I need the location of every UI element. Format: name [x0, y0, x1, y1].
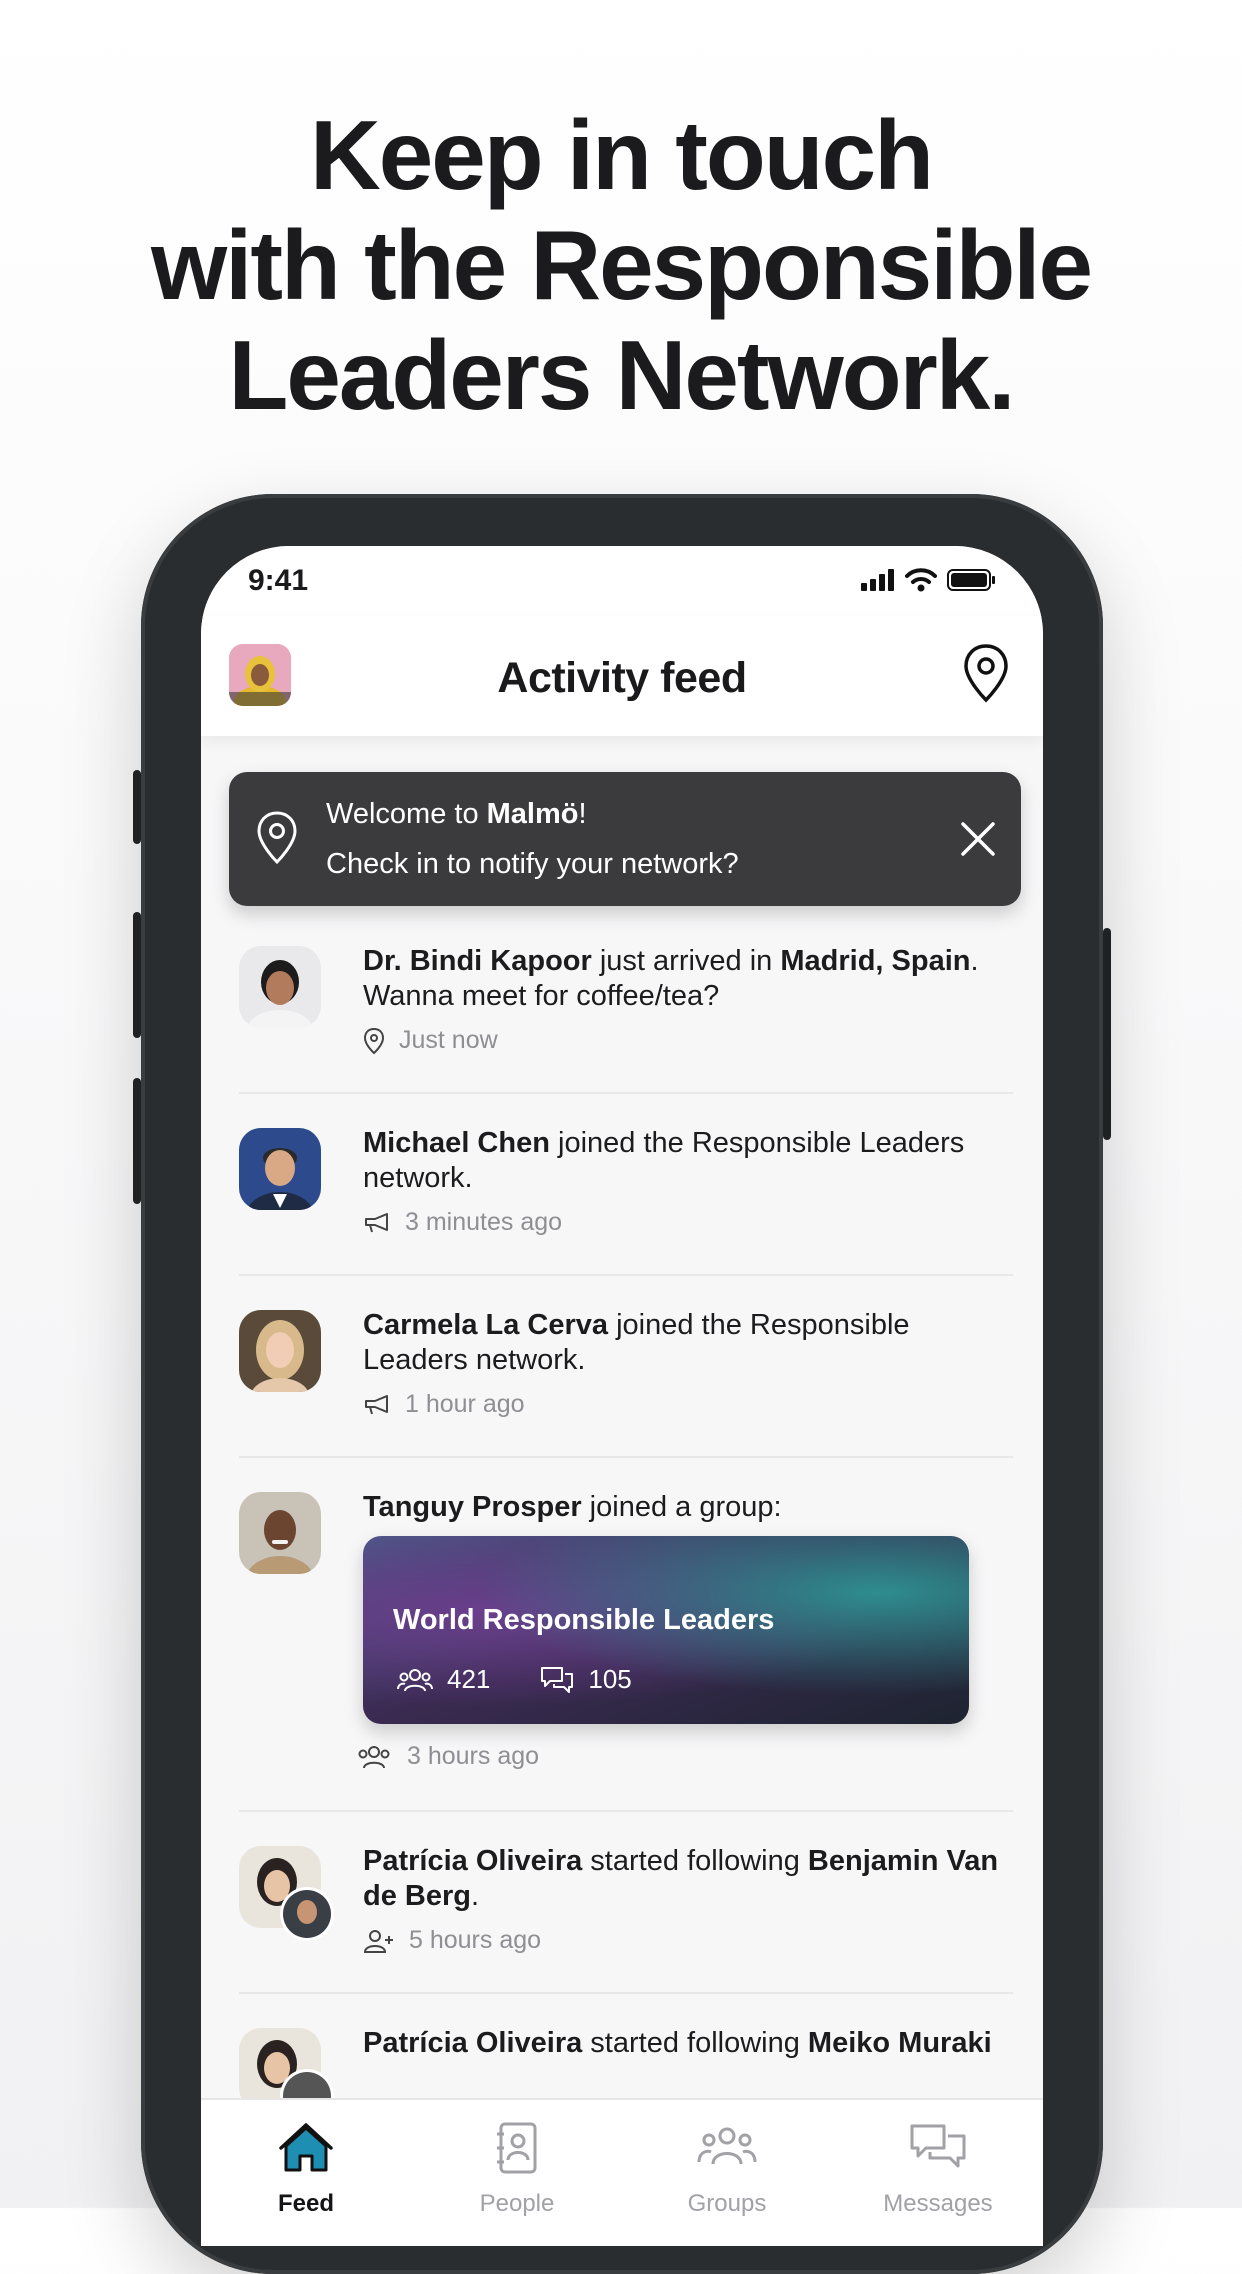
avatar-image: [239, 1128, 321, 1210]
tab-label: Groups: [687, 2190, 767, 2217]
avatar-image: [239, 946, 321, 1028]
feed-item-text: Dr. Bindi Kapoor just arrived in Madrid,…: [363, 944, 1013, 1014]
feed-item-text: Patrícia Oliveira started following Benj…: [363, 1844, 1013, 1914]
timestamp: Just now: [399, 1026, 498, 1054]
feed-item[interactable]: Tanguy Prosper joined a group: World Res…: [239, 1490, 1013, 1812]
post-count: 105: [588, 1664, 632, 1694]
status-time: 9:41: [248, 564, 309, 597]
tab-label: Feed: [277, 2190, 334, 2217]
chat-bubbles-icon: [910, 2124, 966, 2168]
user-avatar[interactable]: [239, 1492, 321, 1574]
location-pin-icon: [363, 1027, 385, 1054]
contacts-icon: [497, 2122, 537, 2174]
feed-item-meta: 3 minutes ago: [363, 1208, 562, 1237]
user-avatar[interactable]: [239, 946, 321, 1028]
activity-text: started following: [582, 1845, 808, 1877]
group-name: World Responsible Leaders: [393, 1604, 775, 1636]
feed-item-meta: 1 hour ago: [363, 1390, 525, 1419]
volume-down-button: [133, 1078, 141, 1204]
megaphone-icon: [365, 1212, 388, 1232]
member-count: 421: [447, 1664, 491, 1694]
tab-feed[interactable]: Feed: [201, 2100, 411, 2246]
power-button: [1103, 928, 1111, 1140]
volume-up-button: [133, 912, 141, 1038]
feed-item[interactable]: Carmela La Cerva joined the Responsible …: [239, 1308, 1013, 1458]
groups-icon: [697, 2127, 757, 2165]
group-card[interactable]: World Responsible Leaders 421 105: [363, 1536, 969, 1724]
activity-text: just arrived in: [591, 945, 781, 977]
avatar-image: [239, 1846, 334, 1941]
phone-screen: 9:41 Activity feed Welcome to Malmö! Che…: [201, 546, 1043, 2246]
followed-user-name[interactable]: Meiko Muraki: [808, 2027, 992, 2059]
avatar-image: [239, 1492, 321, 1574]
user-name[interactable]: Tanguy Prosper: [363, 1491, 582, 1523]
user-name[interactable]: Dr. Bindi Kapoor: [363, 945, 592, 977]
home-icon: [279, 2123, 333, 2172]
feed-item-meta: Just now: [363, 1026, 498, 1055]
activity-text: joined a group:: [581, 1491, 782, 1523]
close-icon[interactable]: [955, 816, 1001, 862]
feed-item-text: Patrícia Oliveira started following Meik…: [363, 2026, 1013, 2061]
welcome-prefix: Welcome to: [326, 798, 487, 830]
timestamp: 5 hours ago: [409, 1926, 542, 1954]
banner-question: Check in to notify your network?: [326, 848, 739, 880]
feed-item[interactable]: Dr. Bindi Kapoor just arrived in Madrid,…: [239, 944, 1013, 1094]
feed-item[interactable]: Michael Chen joined the Responsible Lead…: [239, 1126, 1013, 1276]
check-in-banner[interactable]: Welcome to Malmö! Check in to notify you…: [229, 772, 1021, 906]
battery-icon: [947, 569, 995, 591]
app-bar: Activity feed: [201, 616, 1043, 736]
user-name[interactable]: Patrícia Oliveira: [363, 2027, 582, 2059]
feed-item-text: Michael Chen joined the Responsible Lead…: [363, 1126, 1013, 1196]
follow-icon: [363, 1929, 393, 1953]
timestamp: 1 hour ago: [405, 1390, 525, 1418]
location-pin-icon: [257, 811, 297, 865]
page-title: Activity feed: [497, 654, 747, 702]
tab-bar: Feed People Groups Messages: [201, 2098, 1043, 2246]
headline-line-1: Keep in touch: [310, 100, 934, 210]
user-avatar[interactable]: [239, 1128, 321, 1210]
place-name: Madrid, Spain: [780, 945, 971, 977]
feed-item-text: Tanguy Prosper joined a group:: [363, 1490, 1013, 1525]
feed-item-meta: 5 hours ago: [363, 1926, 541, 1955]
location-pin-icon[interactable]: [961, 642, 1011, 704]
avatar-image: [239, 1310, 321, 1392]
user-name[interactable]: Michael Chen: [363, 1127, 550, 1159]
tab-label: Messages: [883, 2190, 993, 2217]
timestamp: 3 minutes ago: [405, 1208, 563, 1236]
megaphone-icon: [365, 1394, 388, 1414]
feed-item[interactable]: Patrícia Oliveira started following Benj…: [239, 1844, 1013, 1994]
mute-switch: [133, 770, 141, 844]
status-icons: [861, 568, 997, 592]
tab-messages[interactable]: Messages: [833, 2100, 1043, 2246]
welcome-suffix: !: [578, 798, 587, 830]
group-stats: 421 105: [397, 1664, 632, 1695]
headline-line-3: Leaders Network.: [228, 320, 1016, 430]
user-avatar[interactable]: [239, 1310, 321, 1392]
group-icon: [358, 1745, 390, 1768]
wifi-icon: [905, 568, 937, 592]
activity-text: .: [470, 1880, 480, 1912]
timestamp: 3 hours ago: [407, 1742, 540, 1770]
tab-groups[interactable]: Groups: [622, 2100, 832, 2246]
status-bar: 9:41: [201, 546, 1043, 616]
activity-text: started following: [582, 2027, 808, 2059]
feed-item-text: Carmela La Cerva joined the Responsible …: [363, 1308, 1013, 1378]
posts-icon: [541, 1666, 574, 1693]
user-name[interactable]: Carmela La Cerva: [363, 1309, 608, 1341]
feed-item-meta: 3 hours ago: [355, 1742, 539, 1771]
tab-label: People: [479, 2190, 555, 2217]
banner-welcome-text: Welcome to Malmö!: [326, 798, 587, 831]
marketing-headline: Keep in touch with the Responsible Leade…: [0, 100, 1242, 430]
banner-city: Malmö: [486, 798, 579, 830]
members-icon: [397, 1668, 433, 1691]
tab-people[interactable]: People: [412, 2100, 622, 2246]
headline-line-2: with the Responsible: [150, 210, 1093, 320]
user-avatar[interactable]: [239, 1846, 334, 1941]
signal-icon: [861, 569, 894, 591]
user-name[interactable]: Patrícia Oliveira: [363, 1845, 582, 1877]
